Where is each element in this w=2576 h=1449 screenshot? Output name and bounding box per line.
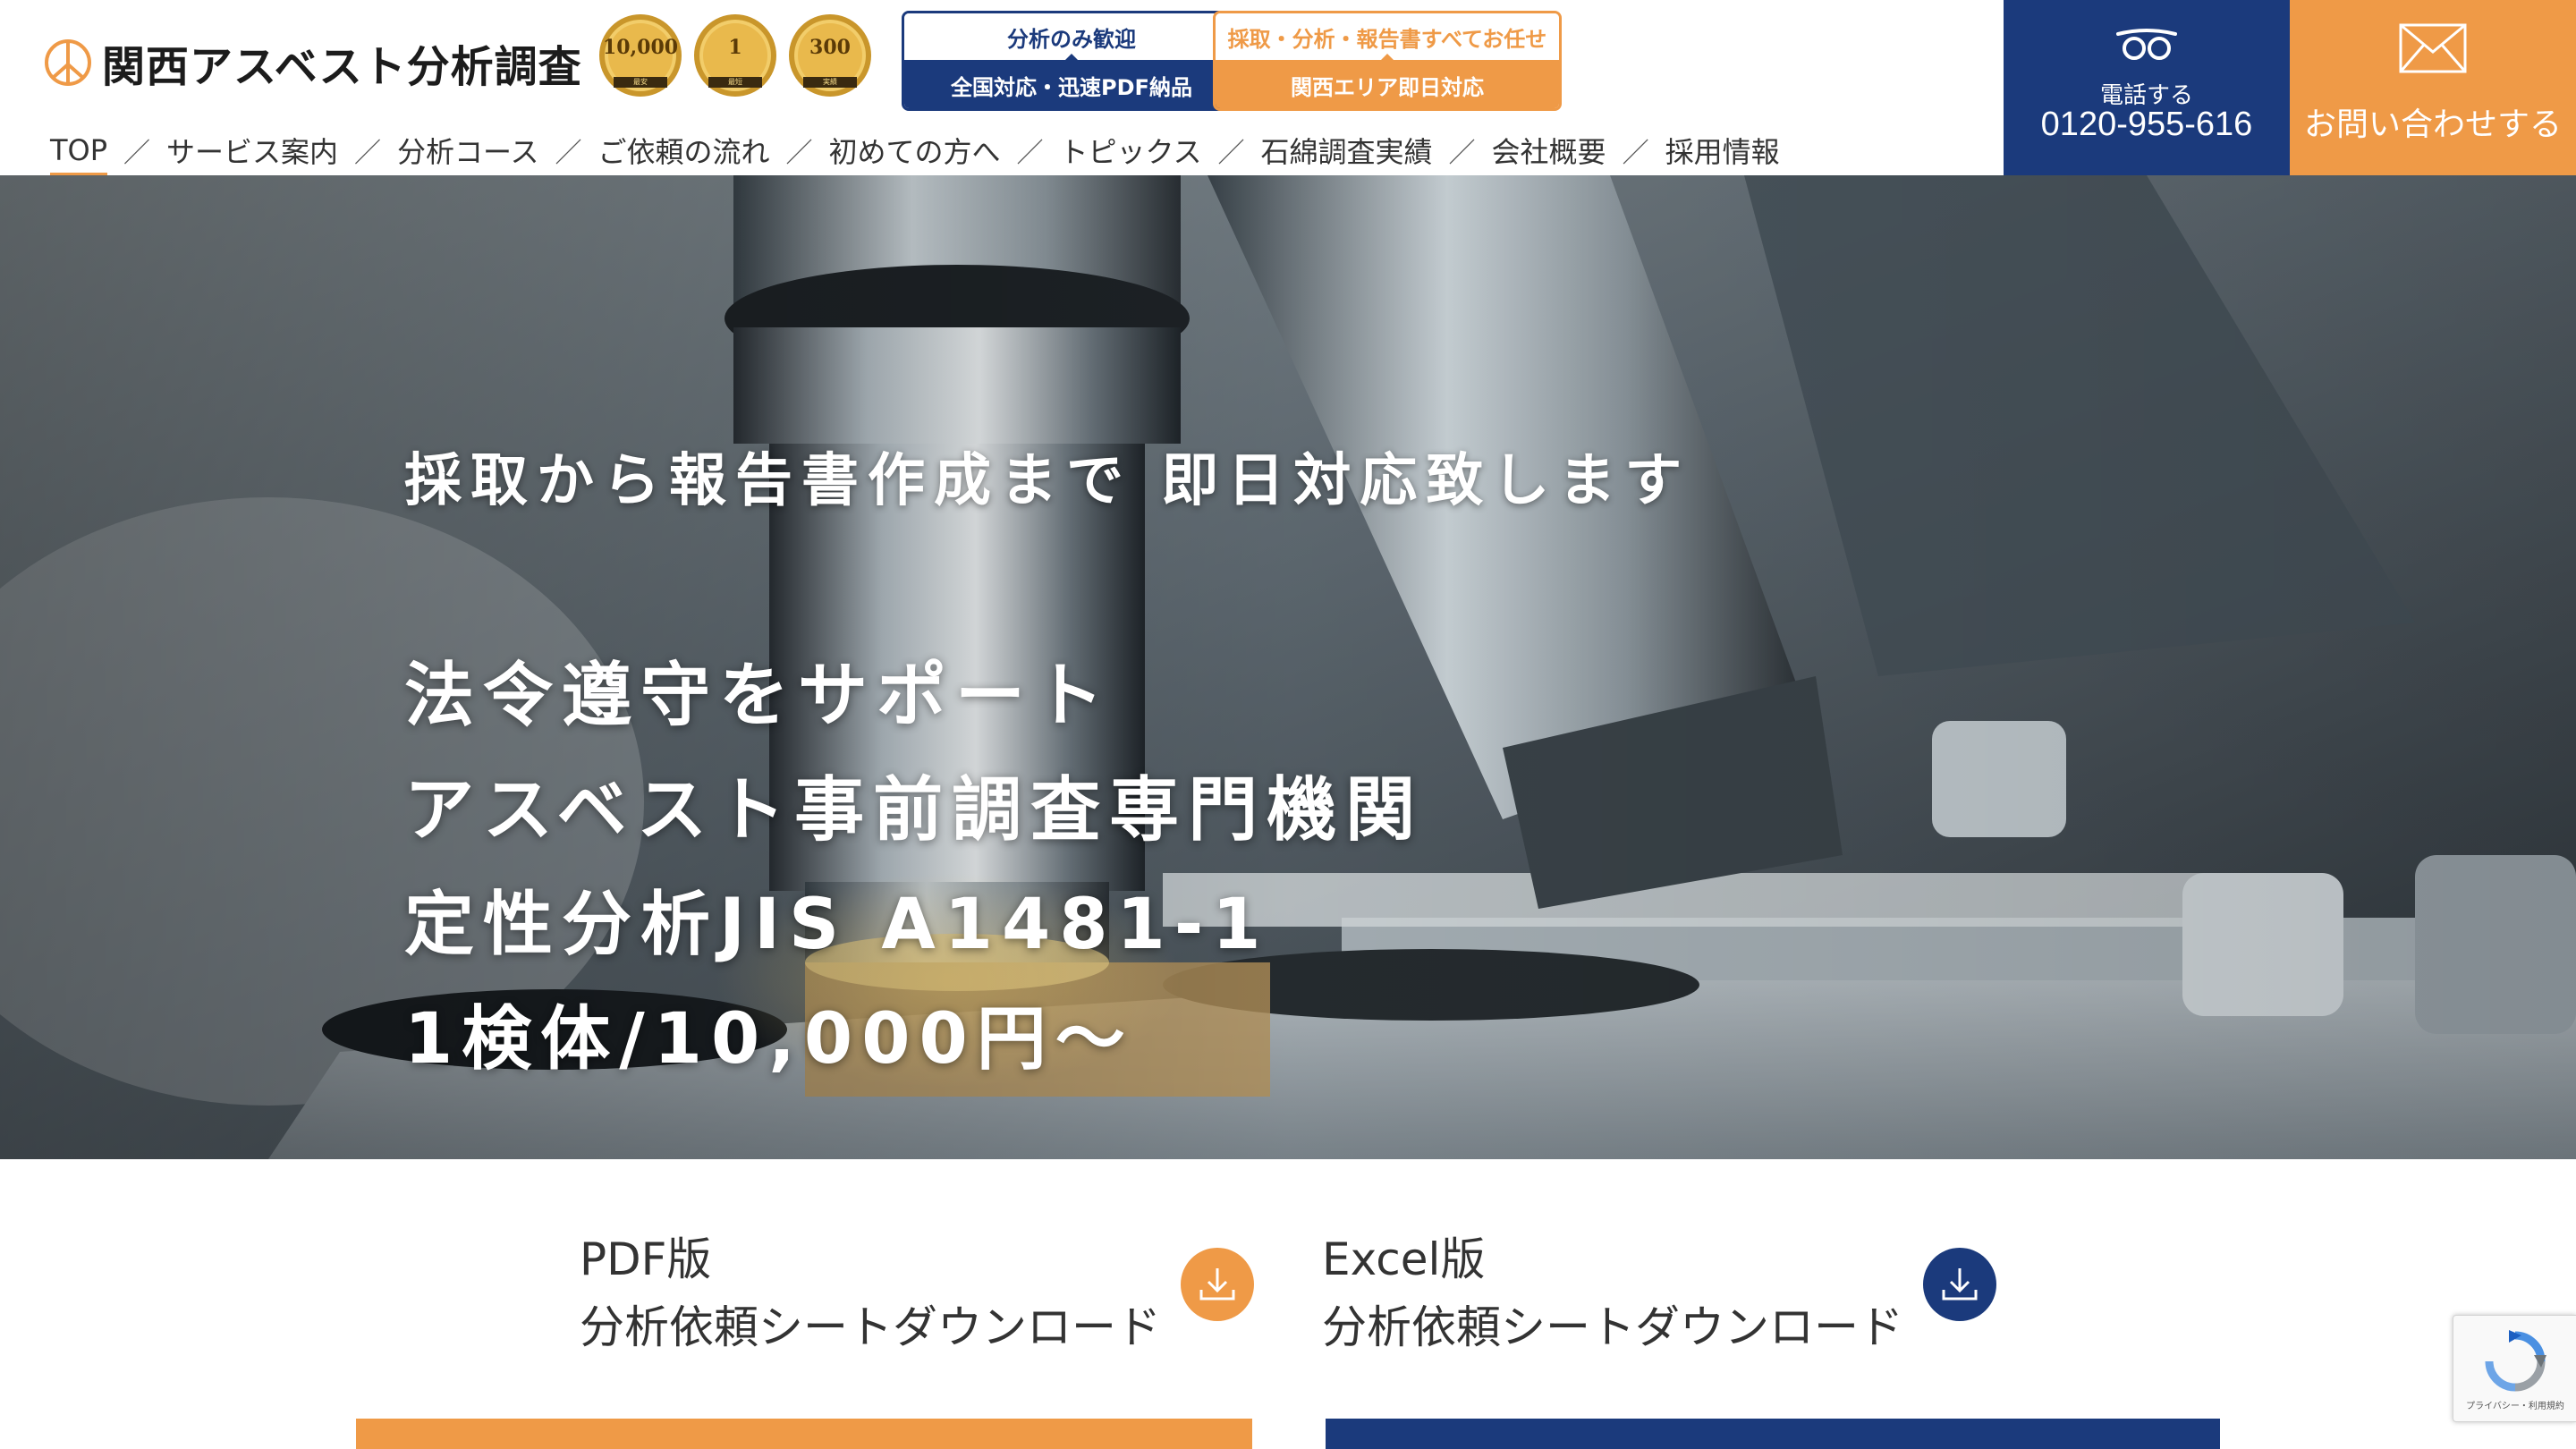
medal-value: 300 bbox=[809, 36, 851, 59]
hero-line: アスベスト事前調査専門機関 bbox=[404, 770, 1425, 851]
hero-headline: 法令遵守をサポート アスベスト事前調査専門機関 定性分析JIS A1481-1 … bbox=[404, 639, 1424, 1097]
contact-button[interactable]: お問い合わせする bbox=[2290, 0, 2576, 175]
site-header: 関西アスベスト分析調査 10,000 最安 1 最短 300 実績 分析のみ歓迎… bbox=[0, 0, 2576, 176]
phone-call-button[interactable]: 電話する 0120-955-616 bbox=[2004, 0, 2290, 175]
nav-separator: ／ bbox=[1448, 138, 1476, 169]
medal-caption: 実績 bbox=[803, 77, 857, 88]
medal-price: 10,000 最安 bbox=[597, 11, 683, 104]
medal-value: 10,000 bbox=[602, 36, 679, 59]
badge-top-text: 分析のみ歓迎 bbox=[1007, 26, 1136, 52]
nav-separator: ／ bbox=[1016, 138, 1044, 169]
recaptcha-terms-text: プライバシー・利用規約 bbox=[2466, 1402, 2564, 1411]
main-nav: TOP ／ サービス案内 ／ 分析コース ／ ご依頼の流れ ／ 初めての方へ ／… bbox=[50, 130, 1780, 176]
nav-item-services[interactable]: サービス案内 bbox=[166, 130, 338, 176]
free-dial-icon bbox=[2116, 29, 2177, 60]
nav-separator: ／ bbox=[1217, 138, 1245, 169]
download-format-label: Excel版 bbox=[1322, 1233, 1486, 1285]
medal-record: 300 実績 bbox=[787, 11, 873, 104]
download-title: 分析依頼シートダウンロード bbox=[1322, 1301, 1903, 1353]
nav-item-top[interactable]: TOP bbox=[50, 133, 108, 176]
hero-banner: 採取から報告書作成まで 即日対応致します 法令遵守をサポート アスベスト事前調査… bbox=[0, 175, 2576, 1159]
badge-top-text: 採取・分析・報告書すべてお任せ bbox=[1227, 26, 1547, 52]
pdf-download-link[interactable]: PDF版 分析依頼シートダウンロード bbox=[580, 1225, 1254, 1361]
hero-lead-text: 採取から報告書作成まで 即日対応致します bbox=[404, 448, 1691, 514]
recaptcha-icon bbox=[2485, 1330, 2546, 1392]
nav-item-results[interactable]: 石綿調査実績 bbox=[1261, 130, 1433, 176]
excel-download-link[interactable]: Excel版 分析依頼シートダウンロード bbox=[1322, 1225, 1996, 1361]
nav-item-company[interactable]: 会社概要 bbox=[1492, 130, 1606, 176]
download-icon[interactable] bbox=[1923, 1248, 1996, 1321]
nav-item-topics[interactable]: トピックス bbox=[1059, 130, 1201, 176]
envelope-icon bbox=[2399, 23, 2467, 73]
download-icon[interactable] bbox=[1181, 1248, 1254, 1321]
badge-bottom-text: 全国対応・迅速PDF納品 bbox=[904, 60, 1239, 108]
nav-separator: ／ bbox=[785, 138, 813, 169]
phone-number: 0120-955-616 bbox=[2040, 106, 2253, 143]
nav-separator: ／ bbox=[1622, 138, 1649, 169]
hero-line: 1検体/10,000円～ bbox=[404, 999, 1134, 1080]
medal-caption: 最短 bbox=[708, 77, 762, 88]
hero-line: 定性分析JIS A1481-1 bbox=[404, 885, 1270, 965]
badge-full-service: 採取・分析・報告書すべてお任せ 関西エリア即日対応 bbox=[1213, 11, 1562, 111]
medal-speed: 1 最短 bbox=[692, 11, 778, 104]
hero-line: 法令遵守をサポート bbox=[404, 656, 1114, 736]
badge-analysis-only: 分析のみ歓迎 全国対応・迅速PDF納品 bbox=[902, 11, 1241, 111]
logo-text: 関西アスベスト分析調査 bbox=[102, 42, 582, 92]
nav-item-flow[interactable]: ご依頼の流れ bbox=[597, 130, 769, 176]
peace-logo-icon bbox=[45, 39, 91, 86]
nav-separator: ／ bbox=[354, 138, 382, 169]
nav-separator: ／ bbox=[123, 138, 151, 169]
navy-section-bar bbox=[1326, 1419, 2220, 1449]
badge-bottom-text: 関西エリア即日対応 bbox=[1216, 60, 1559, 108]
download-format-label: PDF版 bbox=[580, 1233, 712, 1285]
award-medals: 10,000 最安 1 最短 300 実績 bbox=[597, 11, 873, 104]
medal-value: 1 bbox=[728, 36, 742, 59]
nav-item-beginners[interactable]: 初めての方へ bbox=[828, 130, 1000, 176]
contact-label: お問い合わせする bbox=[2303, 106, 2562, 143]
nav-separator: ／ bbox=[555, 138, 582, 169]
nav-item-courses[interactable]: 分析コース bbox=[397, 130, 538, 176]
download-title: 分析依頼シートダウンロード bbox=[580, 1301, 1161, 1353]
nav-item-recruit[interactable]: 採用情報 bbox=[1665, 130, 1780, 176]
orange-section-bar bbox=[356, 1419, 1252, 1449]
medal-caption: 最安 bbox=[614, 77, 667, 88]
recaptcha-badge[interactable]: プライバシー・利用規約 bbox=[2453, 1315, 2576, 1422]
site-logo[interactable]: 関西アスベスト分析調査 bbox=[43, 34, 582, 92]
